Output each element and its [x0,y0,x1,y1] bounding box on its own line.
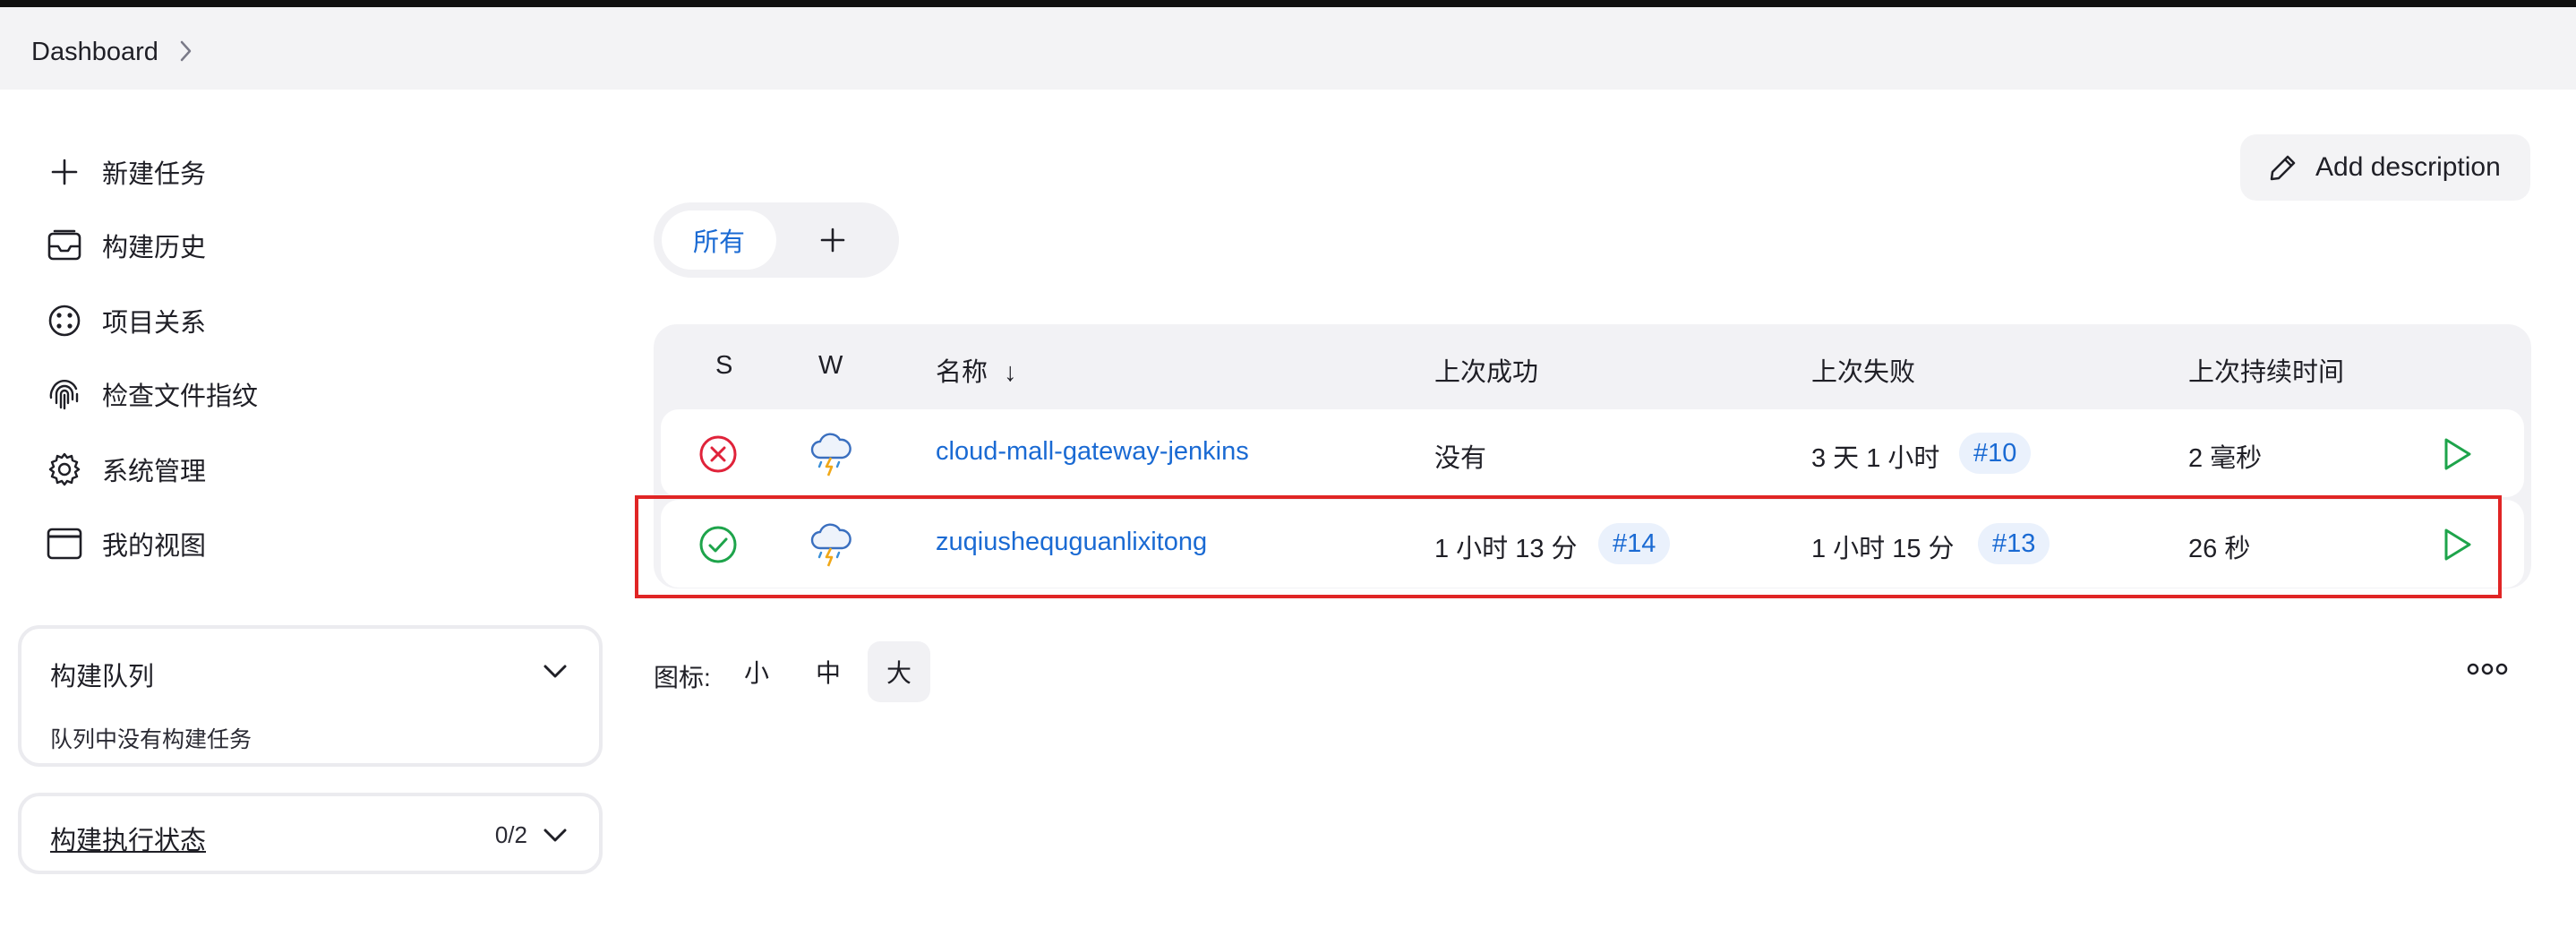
chevron-right-icon [180,40,192,62]
sidebar-item-label: 新建任务 [102,160,207,189]
icon-size-medium[interactable]: 中 [797,641,860,702]
build-queue-panel: 构建队列 队列中没有构建任务 [18,625,603,767]
pencil-icon [2270,155,2296,181]
column-header-weather[interactable]: W [818,351,843,381]
column-header-last-duration[interactable]: 上次持续时间 [2188,351,2344,389]
sidebar-item-build-history[interactable]: 构建历史 [45,219,206,272]
column-header-status[interactable]: S [715,351,732,381]
column-header-last-failure[interactable]: 上次失败 [1811,351,1915,389]
chevron-down-icon[interactable] [542,663,569,681]
add-description-label: Add description [2315,152,2501,182]
column-header-last-success[interactable]: 上次成功 [1434,351,1538,389]
relationship-icon [45,301,84,340]
window-icon [45,524,84,563]
view-tabs: 所有 [654,202,899,278]
column-header-name-label: 名称 [936,358,988,387]
last-failure-text: 3 天 1 小时 [1811,444,1940,473]
icon-size-small[interactable]: 小 [725,641,788,702]
breadcrumb-bar: Dashboard [0,7,2576,90]
sidebar-item-label: 检查文件指纹 [102,382,259,411]
job-name-link[interactable]: cloud-mall-gateway-jenkins [936,437,1249,467]
sidebar-item-label: 系统管理 [102,458,207,486]
table-row: cloud-mall-gateway-jenkins 没有 3 天 1 小时 #… [661,409,2524,497]
sort-arrow-icon: ↓ [1004,358,1017,387]
executor-status-panel: 构建执行状态 0/2 [18,793,603,874]
sidebar-item-label: 项目关系 [102,309,207,338]
breadcrumb-dashboard[interactable]: Dashboard [31,38,158,67]
gear-icon [45,450,84,489]
icon-size-label: 图标: [654,664,711,691]
sidebar-item-project-relationship[interactable]: 项目关系 [45,294,206,348]
duration-text: 2 毫秒 [2188,444,2263,473]
more-options-icon[interactable] [2467,663,2508,675]
sidebar-item-label: 我的视图 [102,532,207,561]
sidebar-item-manage-jenkins[interactable]: 系统管理 [45,442,206,496]
sidebar-item-new-item[interactable]: 新建任务 [45,145,206,199]
build-queue-title[interactable]: 构建队列 [50,656,154,693]
highlight-box [635,495,2502,598]
executor-status-title[interactable]: 构建执行状态 [50,820,206,857]
inbox-icon [45,226,84,265]
last-failure-build-link[interactable]: #10 [1959,433,2032,474]
failed-status-icon [699,435,737,473]
column-header-name[interactable]: 名称 ↓ [936,351,1017,389]
tab-all[interactable]: 所有 [662,210,776,270]
fingerprint-icon [45,374,84,414]
thunderstorm-weather-icon [810,433,852,477]
add-view-button[interactable] [806,215,860,265]
schedule-build-play-icon[interactable] [2442,436,2474,472]
sidebar-item-label: 构建历史 [102,234,207,262]
chevron-down-icon[interactable] [542,827,569,845]
plus-icon [45,152,84,192]
sidebar-item-fingerprint[interactable]: 检查文件指纹 [45,367,258,421]
icon-size-large[interactable]: 大 [868,641,930,702]
executor-count: 0/2 [494,821,527,848]
plus-icon [820,228,845,253]
last-success-text: 没有 [1434,444,1487,473]
window-top-border [0,0,2576,7]
build-queue-empty-text: 队列中没有构建任务 [50,727,252,752]
add-description-button[interactable]: Add description [2240,134,2530,201]
sidebar-item-my-views[interactable]: 我的视图 [45,517,206,571]
